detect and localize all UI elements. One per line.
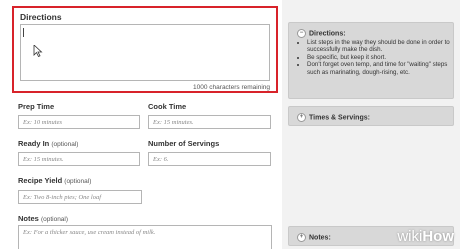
prep-time-input[interactable]: Ex: 10 minutes [18,115,140,129]
mouse-cursor-icon [33,45,43,57]
optional-note: (optional) [40,216,69,223]
servings-input[interactable]: Ex: 6. [148,152,271,166]
cook-time-label: Cook Time [148,102,187,111]
tip-item: Don't forget oven temp, and time for "wa… [307,61,453,76]
tip-item: Be specific, but keep it short. [307,54,453,61]
notes-help-header[interactable]: + Notes: [297,233,331,242]
recipe-yield-label: Recipe Yield (optional) [18,176,92,185]
optional-note: (optional) [64,178,92,185]
notes-label: Notes (optional) [18,214,69,223]
cook-time-input[interactable]: Ex: 15 minutes. [148,115,271,129]
optional-note: (optional) [51,141,79,148]
directions-tips-list: List steps in the way they should be don… [299,39,453,76]
expand-icon[interactable]: + [297,233,306,242]
times-servings-header[interactable]: + Times & Servings: [297,113,370,122]
ready-in-input[interactable]: Ex: 15 minutes. [18,152,140,166]
tip-item: List steps in the way they should be don… [307,39,453,54]
ready-in-label: Ready In (optional) [18,139,79,148]
prep-time-label: Prep Time [18,102,55,111]
characters-remaining: 1000 characters remaining [193,84,270,91]
text-caret [23,28,24,37]
recipe-yield-input[interactable]: Ex: Two 8-inch pies; One loaf [18,190,142,204]
recipe-form: Directions 1000 characters remaining Pre… [0,0,282,249]
directions-section: Directions 1000 characters remaining [12,6,278,93]
directions-help-panel: −Directions: List steps in the way they … [288,22,454,99]
directions-textarea[interactable] [20,24,270,81]
expand-icon[interactable]: + [297,113,306,122]
servings-label: Number of Servings [148,139,220,148]
directions-label: Directions [20,12,62,22]
notes-textarea[interactable]: Ex: For a thicker sauce, use cream inste… [18,225,272,249]
wikihow-watermark-logo: wikiHow [397,228,454,245]
directions-help-header[interactable]: − Directions: [297,29,346,38]
collapse-icon[interactable]: − [297,29,306,38]
times-servings-panel[interactable]: + Times & Servings: [288,106,454,126]
